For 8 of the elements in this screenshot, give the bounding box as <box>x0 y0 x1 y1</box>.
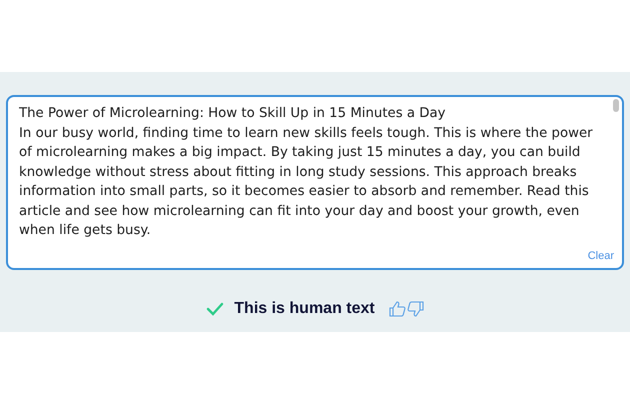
thumbs-down-icon[interactable] <box>406 301 424 317</box>
clear-button[interactable]: Clear <box>588 250 614 262</box>
result-label: This is human text <box>234 300 375 318</box>
thumbs-up-icon[interactable] <box>388 301 406 317</box>
article-paragraph: In our busy world, finding time to learn new skills feels tough. This is where the power of microlearning makes a big impact. By taking just 15 minutes a day, you can build knowledge without stress about fitting in long study sessions. This approach breaks information into small parts, so it becomes easier to absorb and remember. Read this article and see how microlearning can fit into your day and boost your growth, even when life gets busy. <box>19 124 594 240</box>
text-input-field[interactable] <box>6 95 624 270</box>
scrollbar-thumb[interactable] <box>613 99 619 112</box>
article-title: The Power of Microlearning: How to Skill Up in 15 Minutes a Day <box>19 105 447 123</box>
